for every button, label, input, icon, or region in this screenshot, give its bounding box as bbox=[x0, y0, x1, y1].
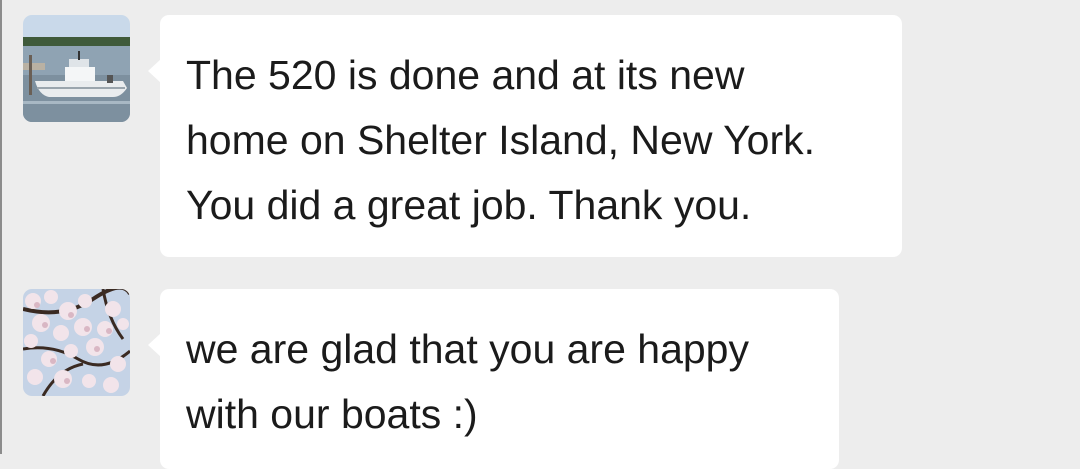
cherry-blossom-photo-avatar[interactable] bbox=[23, 289, 130, 396]
boat-avatar-image bbox=[23, 15, 130, 122]
message-bubble[interactable]: we are glad that you are happy with our … bbox=[148, 289, 839, 469]
message-text: The 520 is done and at its new home on S… bbox=[186, 52, 816, 228]
window-left-edge bbox=[0, 0, 2, 454]
message-bubble[interactable]: The 520 is done and at its new home on S… bbox=[148, 15, 902, 257]
message-text: we are glad that you are happy with our … bbox=[186, 326, 749, 437]
cherry-blossom-avatar-image bbox=[23, 289, 130, 396]
boat-photo-avatar[interactable] bbox=[23, 15, 130, 122]
